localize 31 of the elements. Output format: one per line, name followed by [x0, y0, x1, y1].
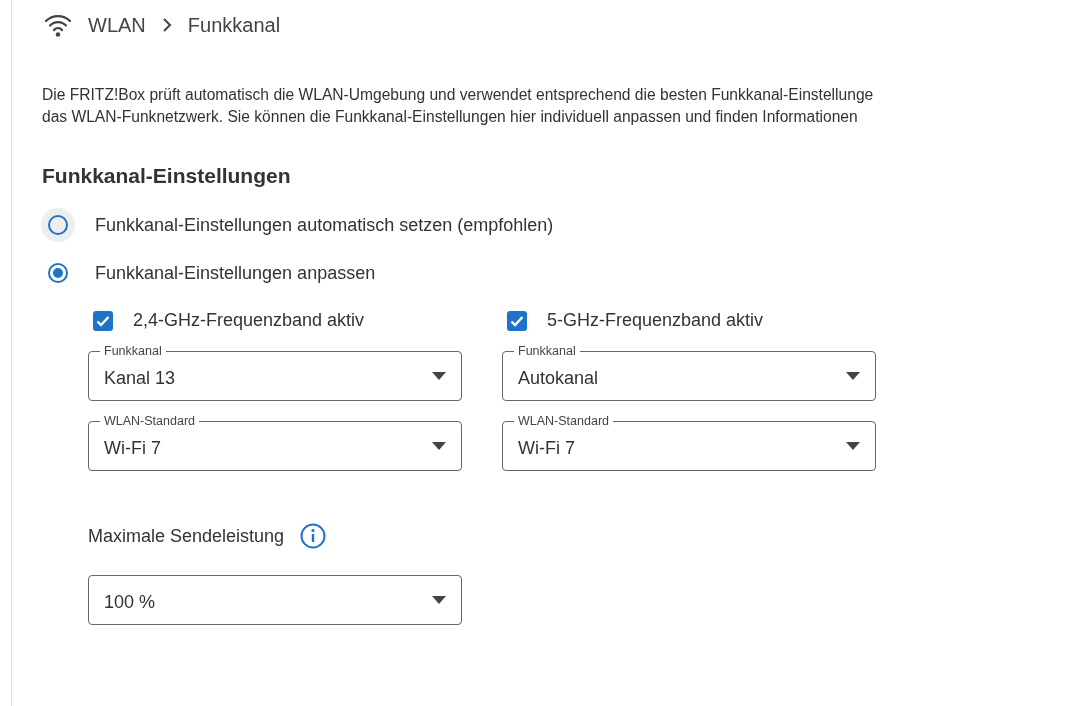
- radio-label: Funkkanal-Einstellungen automatisch setzen (empfohlen): [95, 214, 554, 236]
- caret-icon: [432, 442, 446, 450]
- checkbox-label: 2,4-GHz-Frequenzband aktiv: [133, 310, 365, 331]
- chevron-icon: [161, 18, 172, 32]
- section-heading: Funkkanal-Einstellungen: [42, 164, 292, 188]
- select-field[interactable]: Funkkanal Kanal 13: [88, 343, 462, 401]
- caret-icon: [432, 596, 446, 604]
- caret-icon: [846, 442, 860, 450]
- intro-text: Die FRITZ!Box prüft automatisch die WLAN-Umgebung und verwendet entsprechend die besten Funkkanal-Einstellunge: [42, 86, 875, 104]
- field-label: Maximale Sendeleistung: [88, 525, 285, 547]
- radio-label: Funkkanal-Einstellungen anpassen: [95, 262, 376, 284]
- select-field[interactable]: 100 %: [88, 567, 462, 625]
- field-label: Funkkanal: [100, 344, 166, 358]
- checkbox[interactable]: [507, 310, 527, 331]
- select-field[interactable]: WLAN-Standard Wi-Fi 7: [502, 413, 876, 471]
- radio-button[interactable]: [48, 263, 68, 283]
- field-label: WLAN-Standard: [100, 414, 199, 428]
- radio-button[interactable]: [48, 215, 68, 235]
- caret-icon: [846, 372, 860, 380]
- breadcrumb-link[interactable]: WLAN: [88, 13, 146, 37]
- checkbox-label: 5-GHz-Frequenzband aktiv: [547, 310, 764, 331]
- field-label: Funkkanal: [514, 344, 580, 358]
- select-field[interactable]: Funkkanal Autokanal: [502, 343, 876, 401]
- field-label: WLAN-Standard: [514, 414, 613, 428]
- info-icon[interactable]: [300, 523, 327, 549]
- page-title: Funkkanal: [187, 13, 281, 37]
- wifi-icon: [44, 13, 72, 37]
- intro-text: das WLAN-Funknetzwerk. Sie können die Funkkanal-Einstellungen hier individuell anpassen und finden Informationen: [42, 108, 859, 126]
- caret-icon: [432, 372, 446, 380]
- checkbox[interactable]: [93, 310, 113, 331]
- select-field[interactable]: WLAN-Standard Wi-Fi 7: [88, 413, 462, 471]
